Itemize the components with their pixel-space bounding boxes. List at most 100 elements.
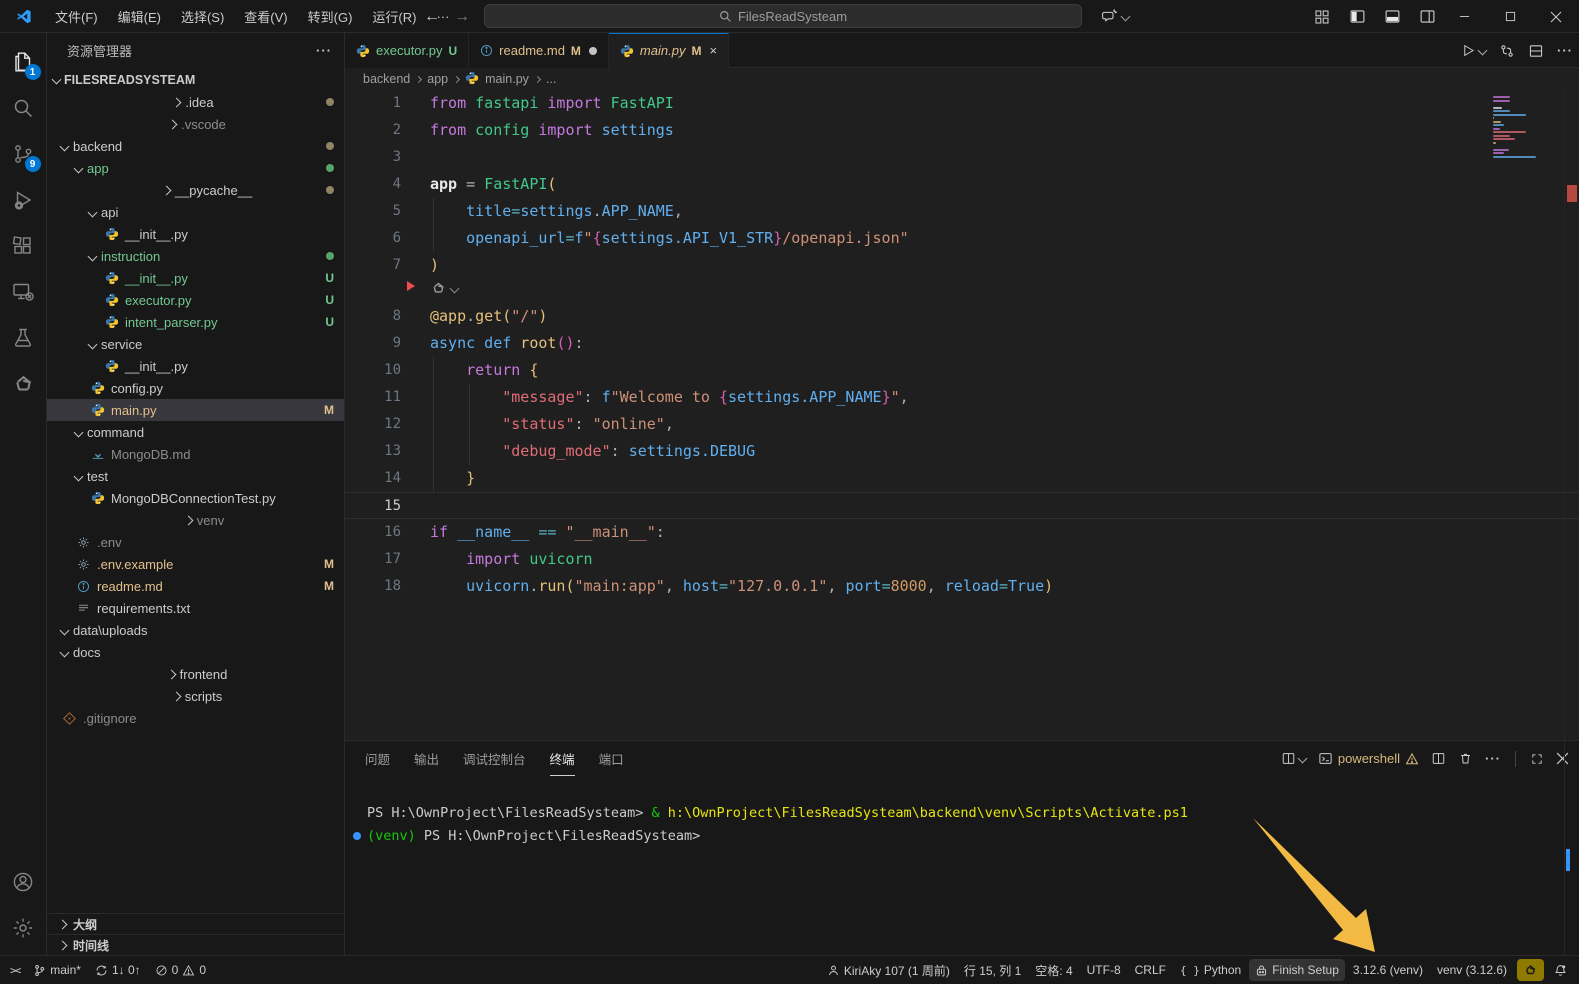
status-finish-setup[interactable]: Finish Setup — [1249, 959, 1345, 981]
tree-item-instruction[interactable]: instruction — [47, 245, 344, 267]
status-git-branch[interactable]: main* — [27, 959, 87, 981]
status-gitlens-blame[interactable]: KiriAky 107 (1 周前) — [821, 959, 956, 981]
breadcrumb-item[interactable]: ... — [546, 72, 556, 86]
panel-tab-问题[interactable]: 问题 — [365, 741, 390, 776]
kilo-code-inline-icon[interactable] — [430, 280, 458, 297]
tree-item-config.py[interactable]: config.py — [47, 377, 344, 399]
activity-remote-explorer-icon[interactable] — [0, 269, 47, 315]
status-git-sync[interactable]: 1↓ 0↑ — [89, 959, 147, 981]
activity-run-debug-icon[interactable] — [0, 177, 47, 223]
copilot-button[interactable] — [1094, 4, 1136, 28]
tree-item-executor.py[interactable]: executor.pyU — [47, 289, 344, 311]
terminal-more-actions-icon[interactable]: ··· — [1485, 751, 1501, 766]
status-indentation[interactable]: 空格: 4 — [1029, 959, 1078, 981]
activity-extensions-icon[interactable] — [0, 223, 47, 269]
tree-item-test[interactable]: test — [47, 465, 344, 487]
breadcrumb-item[interactable]: backend — [363, 72, 410, 86]
tab-main-py[interactable]: main.pyM× — [609, 33, 729, 68]
tree-item-frontend[interactable]: frontend — [47, 663, 344, 685]
maximize-button[interactable] — [1487, 0, 1533, 33]
breadcrumb-item[interactable]: app — [427, 72, 448, 86]
tree-item-__init__.py[interactable]: __init__.py — [47, 355, 344, 377]
close-panel-icon[interactable] — [1556, 752, 1569, 765]
tree-item-main.py[interactable]: main.pyM — [47, 399, 344, 421]
minimize-button[interactable] — [1441, 0, 1487, 33]
status-python-interpreter[interactable]: 3.12.6 (venv) — [1347, 959, 1429, 981]
menu-r[interactable]: 运行(R) — [363, 3, 425, 30]
toggle-sidebar-icon[interactable] — [1343, 5, 1371, 29]
tree-item-__init__.py[interactable]: __init__.pyU — [47, 267, 344, 289]
tree-item-.gitignore[interactable]: .gitignore — [47, 707, 344, 729]
tree-item-requirements.txt[interactable]: requirements.txt — [47, 597, 344, 619]
activity-testing-icon[interactable] — [0, 315, 47, 361]
tree-item-service[interactable]: service — [47, 333, 344, 355]
tree-item-__init__.py[interactable]: __init__.py — [47, 223, 344, 245]
breadcrumb-item[interactable]: main.py — [485, 72, 529, 86]
open-changes-icon[interactable] — [1499, 43, 1515, 59]
tree-item-app[interactable]: app — [47, 157, 344, 179]
panel-tab-终端[interactable]: 终端 — [550, 741, 575, 776]
status-cursor-position[interactable]: 行 15, 列 1 — [958, 959, 1027, 981]
tab-executor-py[interactable]: executor.pyU — [345, 33, 469, 68]
command-center[interactable]: FilesReadSysteam — [484, 4, 1082, 28]
tree-item-api[interactable]: api — [47, 201, 344, 223]
menu-f[interactable]: 文件(F) — [46, 3, 107, 30]
code-editor[interactable]: 1from fastapi import FastAPI2from config… — [345, 90, 1579, 740]
tab-readme-md[interactable]: readme.mdM — [469, 33, 609, 68]
forward-button[interactable]: → — [454, 8, 470, 26]
status-remote-indicator[interactable]: >< — [4, 959, 25, 981]
activity-kilo-code-icon[interactable] — [0, 361, 47, 407]
back-button[interactable]: ← — [424, 8, 440, 26]
status-language-mode[interactable]: { }Python — [1174, 959, 1247, 981]
tree-item-intent_parser.py[interactable]: intent_parser.pyU — [47, 311, 344, 333]
tree-item-.vscode[interactable]: .vscode — [47, 113, 344, 135]
panel-tab-输出[interactable]: 输出 — [414, 741, 439, 776]
menu-e[interactable]: 编辑(E) — [109, 3, 170, 30]
status-problems[interactable]: 00 — [149, 959, 212, 981]
status-kilo-status[interactable] — [1517, 959, 1544, 981]
tree-item-data-uploads[interactable]: data\uploads — [47, 619, 344, 641]
tree-item-scripts[interactable]: scripts — [47, 685, 344, 707]
activity-source-control-icon[interactable]: 9 — [0, 131, 47, 177]
tab-close-icon[interactable]: × — [709, 43, 717, 58]
activity-settings-icon[interactable] — [0, 905, 47, 951]
status-eol[interactable]: CRLF — [1129, 959, 1172, 981]
activity-explorer-icon[interactable]: 1 — [0, 39, 47, 85]
kill-terminal-icon[interactable] — [1458, 751, 1473, 766]
toggle-secondary-sidebar-icon[interactable] — [1413, 5, 1441, 29]
status-venv-status[interactable]: venv (3.12.6) — [1431, 959, 1513, 981]
menu-v[interactable]: 查看(V) — [235, 3, 296, 30]
terminal[interactable]: PS H:\OwnProject\FilesReadSysteam> & h:\… — [345, 776, 1579, 848]
explorer-more-actions-icon[interactable]: ··· — [316, 43, 332, 58]
toggle-panel-icon[interactable] — [1378, 5, 1406, 29]
close-button[interactable] — [1533, 0, 1579, 33]
split-terminal-icon[interactable] — [1431, 751, 1446, 766]
tree-item-.idea[interactable]: .idea — [47, 91, 344, 113]
run-python-file-icon[interactable] — [1461, 43, 1486, 58]
tree-item-docs[interactable]: docs — [47, 641, 344, 663]
tree-item-MongoDB.md[interactable]: MongoDB.md — [47, 443, 344, 465]
split-editor-icon[interactable] — [1528, 43, 1544, 59]
activity-accounts-icon[interactable] — [0, 859, 47, 905]
tree-item-command[interactable]: command — [47, 421, 344, 443]
tree-item-venv[interactable]: venv — [47, 509, 344, 531]
editor-more-actions-icon[interactable]: ··· — [1557, 43, 1573, 58]
maximize-panel-icon[interactable] — [1530, 752, 1544, 766]
tree-item-.env.example[interactable]: .env.exampleM — [47, 553, 344, 575]
customize-layout-icon[interactable] — [1308, 5, 1336, 29]
panel-tab-调试控制台[interactable]: 调试控制台 — [463, 741, 526, 776]
outline-section[interactable]: 大纲 — [47, 913, 344, 934]
activity-search-icon[interactable] — [0, 85, 47, 131]
panel-tab-端口[interactable]: 端口 — [599, 741, 624, 776]
status-notifications[interactable] — [1548, 959, 1573, 981]
timeline-section[interactable]: 时间线 — [47, 934, 344, 955]
tree-item-__pycache__[interactable]: __pycache__ — [47, 179, 344, 201]
menu-g[interactable]: 转到(G) — [299, 3, 362, 30]
terminal-tab-powershell[interactable]: powershell — [1318, 751, 1419, 766]
tree-item-readme.md[interactable]: readme.mdM — [47, 575, 344, 597]
status-encoding[interactable]: UTF-8 — [1081, 959, 1127, 981]
tree-item-.env[interactable]: .env — [47, 531, 344, 553]
menu-s[interactable]: 选择(S) — [172, 3, 233, 30]
launch-profile-icon[interactable] — [1281, 751, 1306, 766]
tree-item-backend[interactable]: backend — [47, 135, 344, 157]
